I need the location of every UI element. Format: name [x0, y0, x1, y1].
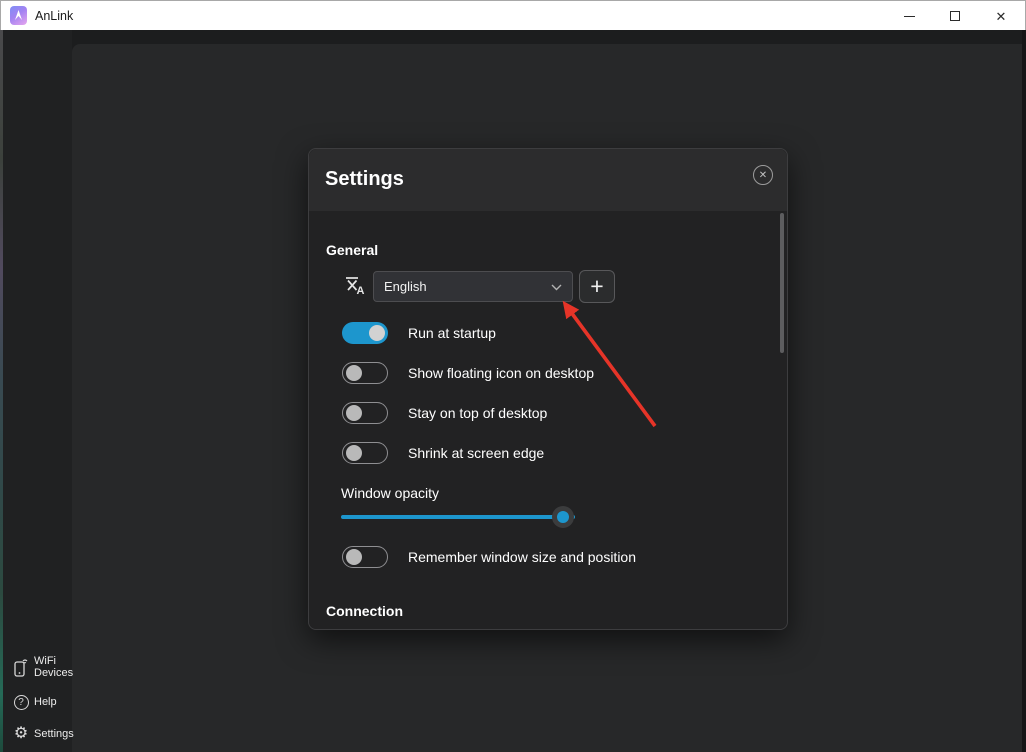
close-button[interactable]: ✕ [978, 2, 1024, 30]
window-opacity-slider[interactable] [341, 506, 575, 528]
section-header-connection: Connection [326, 603, 403, 619]
settings-dialog: Settings ✕ General A English [308, 148, 788, 630]
language-dropdown[interactable]: English [373, 271, 573, 302]
toggle-shrink-at-edge[interactable] [342, 442, 388, 464]
toggle-label: Stay on top of desktop [408, 405, 547, 421]
slider-thumb-dot [557, 511, 569, 523]
slider-track [341, 515, 575, 519]
maximize-button[interactable] [932, 2, 978, 30]
dialog-close-button[interactable]: ✕ [753, 165, 773, 185]
toggle-knob [346, 445, 362, 461]
toggle-label: Show floating icon on desktop [408, 365, 594, 381]
sidebar-item-label: WiFi Devices [34, 655, 73, 680]
settings-dialog-header: Settings ✕ [309, 149, 787, 211]
translate-icon: A [343, 273, 367, 302]
sidebar-item-settings[interactable]: ⚙ Settings [3, 725, 72, 743]
toggle-stay-on-top[interactable] [342, 402, 388, 424]
toggle-label: Shrink at screen edge [408, 445, 544, 461]
sidebar-item-wifi-devices[interactable]: WiFi Devices [3, 652, 72, 682]
toggle-knob [346, 405, 362, 421]
minimize-button[interactable] [886, 2, 932, 30]
language-dropdown-value: English [384, 279, 551, 294]
window-title: AnLink [35, 9, 73, 23]
settings-dialog-body: General A English + Run a [309, 211, 787, 629]
anlink-logo-icon [10, 6, 27, 25]
toggle-run-at-startup[interactable] [342, 322, 388, 344]
toggle-label: Run at startup [408, 325, 496, 341]
toggle-row-stay-on-top: Stay on top of desktop [342, 402, 547, 424]
toggle-row-floating-icon: Show floating icon on desktop [342, 362, 594, 384]
toggle-label: Remember window size and position [408, 549, 636, 565]
toggle-row-remember-window: Remember window size and position [342, 546, 636, 568]
desktop-edge-right [1022, 30, 1026, 752]
svg-text:A: A [357, 285, 365, 297]
sidebar: WiFi Devices ? Help ⚙ Settings [3, 30, 72, 752]
toggle-knob [369, 325, 385, 341]
add-language-button[interactable]: + [579, 270, 615, 303]
toggle-knob [346, 365, 362, 381]
app-background: WiFi Devices ? Help ⚙ Settings Settings … [0, 30, 1026, 752]
chevron-down-icon [551, 278, 562, 296]
window-controls: ✕ [886, 2, 1024, 30]
phone-wifi-icon [11, 657, 31, 677]
toggle-knob [346, 549, 362, 565]
circle-x-icon: ✕ [759, 170, 767, 181]
close-icon: ✕ [996, 10, 1007, 23]
dialog-scrollbar[interactable] [780, 213, 784, 353]
dialog-title: Settings [325, 168, 404, 191]
help-circle-icon: ? [11, 695, 31, 710]
sidebar-item-label: Help [34, 696, 72, 709]
section-header-general: General [326, 242, 378, 258]
slider-thumb[interactable] [552, 506, 574, 528]
plus-icon: + [590, 277, 603, 295]
sidebar-item-help[interactable]: ? Help [3, 693, 72, 711]
toggle-show-floating-icon[interactable] [342, 362, 388, 384]
toggle-remember-window[interactable] [342, 546, 388, 568]
toggle-row-shrink-at-edge: Shrink at screen edge [342, 442, 544, 464]
gear-icon: ⚙ [11, 726, 31, 742]
maximize-icon [950, 11, 960, 21]
window-opacity-label: Window opacity [341, 485, 439, 501]
titlebar: AnLink ✕ [0, 0, 1026, 30]
toggle-row-run-at-startup: Run at startup [342, 322, 496, 344]
sidebar-item-label: Settings [34, 728, 74, 741]
minimize-icon [904, 16, 915, 17]
